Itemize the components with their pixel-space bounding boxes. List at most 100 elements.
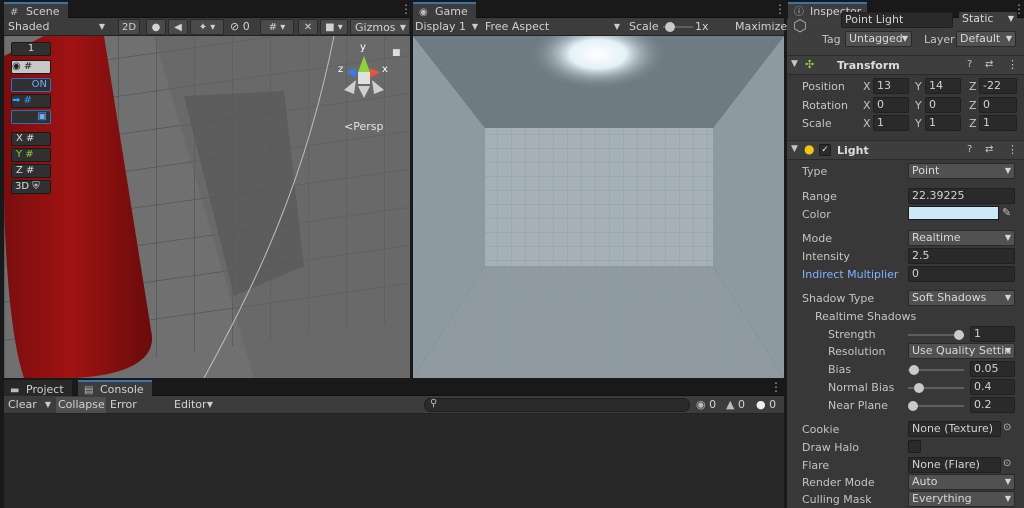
aspect-dropdown[interactable]: Free Aspect ▼ [485,19,623,35]
strength-slider-knob[interactable] [954,330,964,340]
mode-3d-button[interactable]: 3D ⛨ [11,180,51,194]
presets-icon[interactable]: ⇄ [985,59,993,70]
warning-count-toggle[interactable]: ▲ 0 [726,397,752,413]
clear-dropdown[interactable]: Clear ▼ [8,397,54,413]
collapse-toggle[interactable]: Collapse [56,397,106,413]
shadow-type-dropdown[interactable]: Soft Shadows ▼ [908,290,1015,306]
audio-toggle-button[interactable]: ◀ [168,19,188,35]
rotation-y-field[interactable]: 0 [925,97,961,113]
eyedropper-icon[interactable]: ✎ [1002,206,1011,219]
culling-mask-dropdown[interactable]: Everything ▼ [908,491,1015,507]
snap-y-button[interactable]: Y # [11,148,51,162]
static-dropdown[interactable]: Static ▼ [959,12,1017,28]
grid-toggle-button[interactable]: # ▾ [260,19,294,35]
light-enabled-checkbox[interactable]: ✓ [819,144,831,156]
snap-move-button[interactable]: ➡ # [11,94,51,108]
normal-bias-label: Normal Bias [828,381,895,394]
rotation-x-axis[interactable]: X [863,99,871,112]
position-z-axis[interactable]: Z [969,80,977,93]
hidden-objects-button[interactable]: ⊘ 0 [230,19,258,35]
bias-field[interactable]: 0.05 [970,361,1015,377]
scale-y-field[interactable]: 1 [925,115,961,131]
game-viewport[interactable] [413,36,784,378]
game-menu-icon[interactable]: ⋮ [774,2,786,16]
position-y-field[interactable]: 14 [925,78,961,94]
tab-project[interactable]: ▬ Project [4,380,72,397]
orientation-gizmo[interactable]: y x z [334,42,394,106]
gizmos-dropdown[interactable]: Gizmos ▼ [350,19,410,35]
display-dropdown[interactable]: Display 1 ▼ [415,19,481,35]
visibility-toggle[interactable]: ◉ # [11,60,51,74]
tag-dropdown[interactable]: Untagged ▼ [845,31,912,47]
grid-size-field[interactable]: 1 [11,42,51,56]
scale-y-axis[interactable]: Y [915,117,922,130]
object-picker-icon[interactable]: ⊙ [1003,458,1011,469]
mode-dropdown[interactable]: Realtime ▼ [908,230,1015,246]
scale-z-axis[interactable]: Z [969,117,977,130]
tab-game[interactable]: ◉ Game [413,2,476,19]
lock-view-icon[interactable]: ■ [392,48,401,58]
light-header[interactable]: ▼ ● ✓ Light ? ⇄ ⋮ [787,140,1024,160]
near-plane-field[interactable]: 0.2 [970,397,1015,413]
help-icon[interactable]: ? [967,59,972,70]
console-menu-icon[interactable]: ⋮ [770,380,782,394]
lock-toggle[interactable]: ▣ [11,110,51,124]
editor-dropdown[interactable]: Editor ▼ [174,397,216,413]
presets-icon[interactable]: ⇄ [985,144,993,155]
shading-mode-dropdown[interactable]: Shaded ▼ [8,19,108,35]
error-pause-toggle[interactable]: Error Pause [110,397,172,427]
strength-field[interactable]: 1 [970,326,1015,342]
resolution-dropdown[interactable]: Use Quality Settin ▼ [908,343,1015,359]
tools-button[interactable]: ✕ [298,19,318,35]
render-mode-dropdown[interactable]: Auto ▼ [908,474,1015,490]
bias-slider-knob[interactable] [909,365,920,375]
layer-dropdown[interactable]: Default ▼ [956,31,1016,47]
maximize-button[interactable]: Maximize [735,19,787,35]
position-z-field[interactable]: -22 [979,78,1017,94]
persp-label[interactable]: <Persp [344,120,383,133]
rotation-z-axis[interactable]: Z [969,99,977,112]
scale-slider-knob[interactable] [665,22,675,32]
error-count-toggle[interactable]: ● 0 [756,397,782,413]
object-name-field[interactable]: Point Light [841,12,953,28]
draw-halo-checkbox[interactable] [908,440,921,453]
component-menu-icon[interactable]: ⋮ [1007,58,1018,71]
normal-bias-field[interactable]: 0.4 [970,379,1015,395]
indirect-field[interactable]: 0 [908,266,1015,282]
scene-viewport[interactable]: 1 ◉ # ON ➡ # ▣ X # Y # Z # 3D ⛨ y x z ■ … [4,36,410,378]
scale-x-axis[interactable]: X [863,117,871,130]
snap-toggle[interactable]: ON [11,78,51,92]
help-icon[interactable]: ? [967,144,972,155]
effects-dropdown[interactable]: ✦ ▾ [190,19,224,35]
snap-z-button[interactable]: Z # [11,164,51,178]
position-x-axis[interactable]: X [863,80,871,93]
position-y-axis[interactable]: Y [915,80,922,93]
flare-field[interactable]: None (Flare) [908,457,1001,473]
scale-x-field[interactable]: 1 [873,115,909,131]
color-swatch[interactable] [908,206,999,220]
rotation-y-axis[interactable]: Y [915,99,922,112]
tab-console[interactable]: ▤ Console [78,380,152,397]
rotation-z-field[interactable]: 0 [979,97,1017,113]
snap-x-button[interactable]: X # [11,132,51,146]
cookie-field[interactable]: None (Texture) [908,421,1001,437]
lighting-toggle-button[interactable]: ● [146,19,166,35]
console-search-input[interactable]: ⚲ [424,398,690,412]
type-dropdown[interactable]: Point ▼ [908,163,1015,179]
range-field[interactable]: 22.39225 [908,188,1015,204]
intensity-field[interactable]: 2.5 [908,248,1015,264]
normal-bias-slider-knob[interactable] [913,383,924,393]
scale-slider[interactable] [663,18,693,36]
camera-dropdown[interactable]: ■ ▾ [320,19,348,35]
log-count-toggle[interactable]: ◉ 0 [696,397,722,413]
console-log-area[interactable] [4,414,784,508]
rotation-x-field[interactable]: 0 [873,97,909,113]
transform-header[interactable]: ▼ ✣ Transform ? ⇄ ⋮ [787,55,1024,75]
mode-2d-button[interactable]: 2D [118,19,140,35]
tab-scene[interactable]: # Scene [4,2,68,19]
object-picker-icon[interactable]: ⊙ [1003,422,1011,433]
scale-z-field[interactable]: 1 [979,115,1017,131]
position-x-field[interactable]: 13 [873,78,909,94]
near-plane-slider-knob[interactable] [908,401,918,411]
component-menu-icon[interactable]: ⋮ [1007,143,1018,156]
